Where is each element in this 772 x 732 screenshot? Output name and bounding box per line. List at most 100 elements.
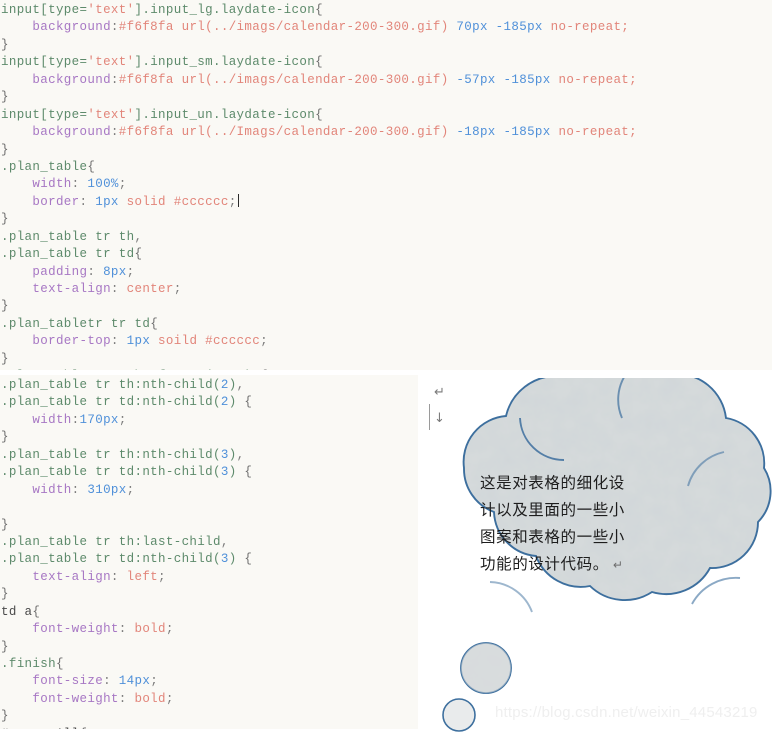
code-token: : [103, 674, 119, 689]
code-token: -185px [495, 20, 543, 35]
code-line: font-size: 14px; [0, 673, 418, 690]
code-token: ) [228, 552, 237, 567]
code-token: .finish [1, 657, 56, 671]
code-token: width [32, 482, 72, 497]
code-token: ]. [134, 3, 151, 17]
code-token: ; [150, 674, 159, 689]
code-token: { [134, 247, 143, 262]
code-token: 2 [220, 378, 229, 392]
code-token: 310px [87, 482, 127, 497]
code-token: -185px [503, 72, 551, 87]
code-token: td a [1, 604, 33, 619]
code-token: ) [228, 395, 237, 410]
code-token: , [220, 534, 229, 549]
code-token: : [110, 20, 119, 35]
code-token: } [1, 90, 9, 105]
code-token: bold [134, 691, 166, 706]
code-line: border: 1px solid #cccccc; [0, 193, 772, 211]
code-block-top[interactable]: input[type='text'].input_lg.laydate-icon… [0, 0, 772, 370]
code-token: input_lg [150, 3, 213, 17]
code-token: ; [165, 622, 174, 637]
code-token: } [1, 587, 9, 602]
code-line: } [0, 37, 772, 54]
code-token: . [213, 107, 221, 122]
code-token: width [32, 177, 72, 192]
code-token: ) [228, 447, 237, 462]
code-token: laydate-icon [220, 55, 316, 70]
code-token: -185px [503, 125, 551, 140]
code-line: } [0, 517, 418, 534]
code-line: .plan_table tr th, [0, 229, 772, 246]
code-line: font-weight: bold; [0, 691, 418, 708]
code-token: left [126, 569, 159, 584]
code-token: ; [126, 264, 135, 279]
code-token: ]. [134, 55, 151, 70]
bubble-text-line-4-text: 功能的设计代码。 [480, 555, 609, 573]
code-token: width [32, 412, 72, 427]
code-line: .plan_table tr td{ [0, 246, 772, 263]
code-token: } [1, 142, 9, 157]
bubble-text-line-2: 计以及里面的一些小 [480, 501, 625, 519]
code-token: ; [173, 282, 182, 296]
code-token: 1px [126, 334, 151, 349]
code-token: .plan_table tr td:nth-child( [1, 465, 221, 480]
code-line: background:#f6f8fa url(../imags/calendar… [0, 19, 772, 36]
code-line: .plan_table tr th:nth-child(2), [0, 377, 418, 394]
code-line: } [0, 708, 418, 725]
code-line: } [0, 298, 772, 315]
code-token: background [32, 72, 111, 87]
code-token: : [79, 194, 96, 209]
code-token: input_un [150, 107, 213, 122]
code-line: .plan_tabletr tr td{ [0, 316, 772, 333]
code-token: : [118, 622, 135, 637]
code-token: soild [150, 334, 206, 349]
code-token: .plan_table tr th:last-child [1, 534, 221, 549]
code-token: ; [260, 334, 268, 349]
code-token: laydate-icon [220, 3, 316, 17]
code-block-bottom[interactable]: .plan_table tr th:nth-child(2), .plan_tab… [0, 375, 418, 729]
code-line: #removeAll{ [0, 726, 418, 729]
code-line: width: 310px; [0, 482, 418, 499]
code-token: : [118, 691, 135, 706]
code-token: 100% [87, 177, 119, 192]
code-token: .plan_table tr th:nth-child( [1, 378, 221, 392]
code-token: 8px [103, 264, 127, 279]
code-token: input_sm [150, 55, 213, 70]
code-token: no-repeat; [550, 125, 638, 140]
code-line: width:170px; [0, 412, 418, 429]
code-token: .plan_table tr:nth-of-type(even) [1, 369, 252, 370]
text-caret [237, 193, 239, 207]
code-token: { [55, 657, 64, 671]
code-token: { [150, 316, 159, 331]
code-token: text-align [32, 282, 111, 296]
code-line: font-weight: bold; [0, 621, 418, 638]
code-token: 'text' [87, 55, 135, 70]
code-token: -18px [456, 125, 496, 140]
code-line: background:#f6f8fa url(../Imags/calendar… [0, 124, 772, 141]
code-token: bold [134, 622, 166, 637]
code-token: font-weight [32, 691, 119, 706]
code-token: 'text' [87, 3, 135, 17]
code-line: input[type='text'].input_sm.laydate-icon… [0, 54, 772, 71]
code-token: : [110, 282, 127, 296]
code-token: : [71, 412, 80, 427]
code-token: #cccccc [205, 334, 261, 349]
code-token: padding [32, 264, 88, 279]
code-line: .plan_table tr th:last-child, [0, 534, 418, 551]
code-token: ; [118, 412, 127, 427]
code-line: input[type='text'].input_lg.laydate-icon… [0, 2, 772, 19]
code-token: 170px [79, 412, 119, 427]
code-token: : [87, 264, 104, 279]
code-token: ; [165, 691, 174, 706]
code-token: 3 [220, 447, 229, 462]
code-token: . [213, 55, 221, 70]
